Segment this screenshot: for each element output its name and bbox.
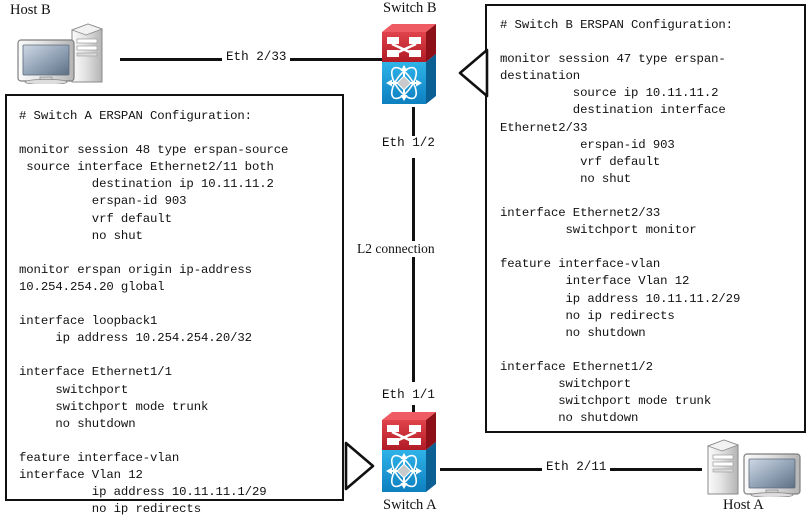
node-label-host-a: Host A — [723, 497, 764, 513]
switch-a-config-box: # Switch A ERSPAN Configuration: monitor… — [5, 94, 344, 516]
link-label-eth-1-2: Eth 1/2 — [378, 136, 439, 150]
switch-b-config-text: # Switch B ERSPAN Configuration: monitor… — [500, 18, 741, 426]
node-label-switch-b: Switch B — [383, 0, 437, 16]
host-a-computer-icon — [700, 437, 812, 498]
switch-b-icon — [378, 20, 440, 108]
host-b-computer-icon — [10, 22, 125, 86]
switch-a-config-text: # Switch A ERSPAN Configuration: monitor… — [19, 109, 289, 517]
link-label-eth-2-11: Eth 2/11 — [542, 460, 611, 474]
node-label-switch-a: Switch A — [383, 497, 437, 513]
node-label-host-b: Host B — [10, 2, 51, 18]
link-label-l2-connection: L2 connection — [355, 241, 437, 257]
switch-b-config-box: # Switch B ERSPAN Configuration: monitor… — [485, 4, 806, 433]
link-inter-switch — [412, 158, 415, 382]
link-label-eth-1-1: Eth 1/1 — [378, 388, 439, 402]
switch-a-icon — [378, 408, 440, 496]
callout-arrow-switch-a — [344, 440, 376, 492]
link-label-eth-2-33: Eth 2/33 — [222, 50, 291, 64]
callout-arrow-switch-b — [457, 47, 489, 99]
network-diagram: Eth 2/33 Eth 1/2 L2 connection Eth 1/1 E… — [0, 0, 812, 517]
